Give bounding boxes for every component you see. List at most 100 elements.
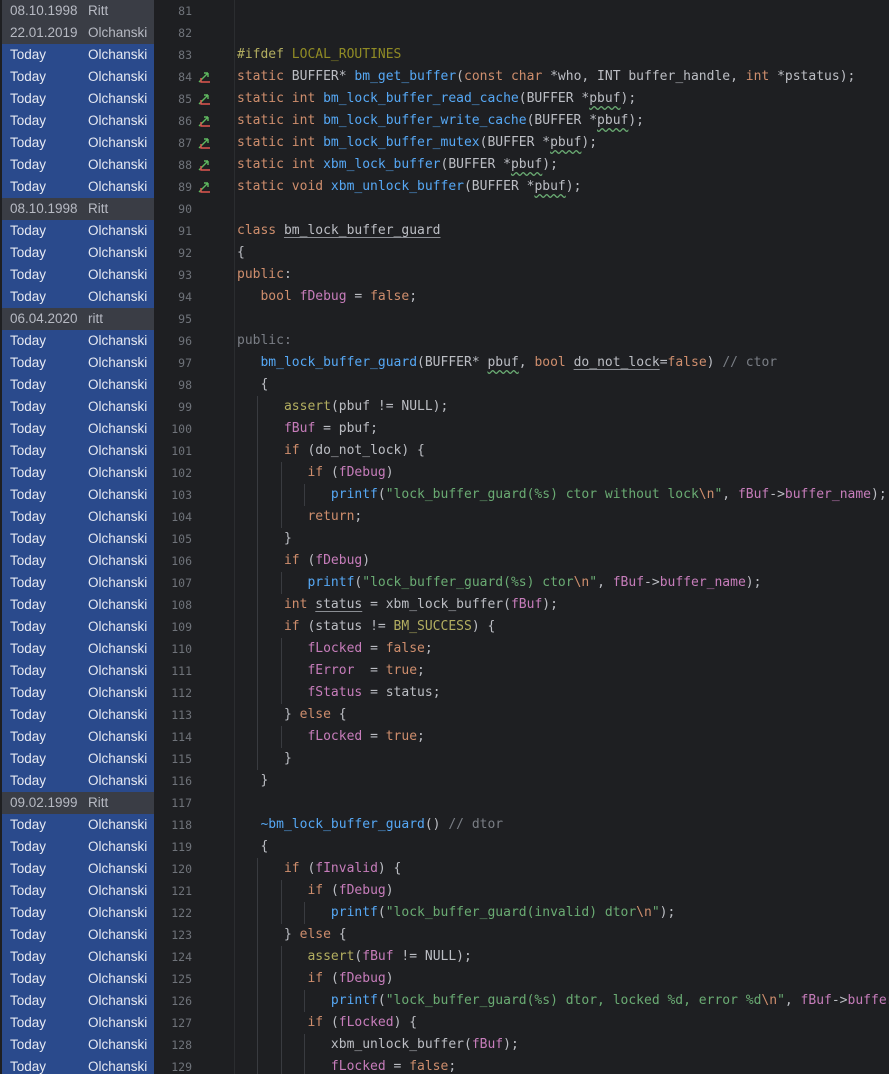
code-editor[interactable]: 08.10.1998 Ritt 81 22.01.2019 Olchanski … bbox=[0, 0, 889, 1074]
blame-annotation[interactable]: Today Olchanski bbox=[2, 154, 154, 176]
blame-annotation[interactable]: Today Olchanski bbox=[2, 572, 154, 594]
blame-annotation[interactable]: Today Olchanski bbox=[2, 704, 154, 726]
code-line[interactable]: 08.10.1998 Ritt 81 bbox=[0, 0, 889, 22]
code-line[interactable]: Today Olchanski 118 ~bm_lock_buffer_guar… bbox=[0, 814, 889, 836]
code-text[interactable]: } else { bbox=[237, 704, 347, 726]
blame-annotation[interactable]: Today Olchanski bbox=[2, 902, 154, 924]
code-line[interactable]: Today Olchanski 121 if (fDebug) bbox=[0, 880, 889, 902]
code-text[interactable]: #ifdef LOCAL_ROUTINES bbox=[237, 44, 401, 66]
code-line[interactable]: 06.04.2020 ritt 95 bbox=[0, 308, 889, 330]
code-text[interactable]: } bbox=[237, 770, 268, 792]
implementation-arrows-icon[interactable] bbox=[196, 179, 212, 195]
code-text[interactable]: if (fDebug) bbox=[237, 462, 393, 484]
code-line[interactable]: Today Olchanski 106 if (fDebug) bbox=[0, 550, 889, 572]
blame-annotation[interactable]: Today Olchanski bbox=[2, 264, 154, 286]
code-text[interactable]: ~bm_lock_buffer_guard() // dtor bbox=[237, 814, 503, 836]
code-text[interactable]: bool fDebug = false; bbox=[237, 286, 417, 308]
blame-annotation[interactable]: Today Olchanski bbox=[2, 880, 154, 902]
code-text[interactable]: if (fDebug) bbox=[237, 968, 393, 990]
blame-annotation[interactable]: Today Olchanski bbox=[2, 1056, 154, 1074]
blame-annotation[interactable]: 09.02.1999 Ritt bbox=[2, 792, 154, 814]
blame-annotation[interactable]: Today Olchanski bbox=[2, 176, 154, 198]
code-line[interactable]: 09.02.1999 Ritt 117 bbox=[0, 792, 889, 814]
blame-annotation[interactable]: Today Olchanski bbox=[2, 88, 154, 110]
blame-annotation[interactable]: Today Olchanski bbox=[2, 110, 154, 132]
blame-annotation[interactable]: Today Olchanski bbox=[2, 330, 154, 352]
code-line[interactable]: Today Olchanski 111 fError = true; bbox=[0, 660, 889, 682]
code-text[interactable]: } else { bbox=[237, 924, 347, 946]
code-text[interactable]: } bbox=[237, 528, 292, 550]
code-line[interactable]: Today Olchanski 84 static BUFFER* bm_get… bbox=[0, 66, 889, 88]
blame-annotation[interactable]: Today Olchanski bbox=[2, 44, 154, 66]
code-line[interactable]: 08.10.1998 Ritt 90 bbox=[0, 198, 889, 220]
blame-annotation[interactable]: 08.10.1998 Ritt bbox=[2, 198, 154, 220]
code-text[interactable]: if (status != BM_SUCCESS) { bbox=[237, 616, 495, 638]
code-line[interactable]: Today Olchanski 83 #ifdef LOCAL_ROUTINES bbox=[0, 44, 889, 66]
code-line[interactable]: Today Olchanski 112 fStatus = status; bbox=[0, 682, 889, 704]
blame-annotation[interactable]: Today Olchanski bbox=[2, 660, 154, 682]
code-line[interactable]: Today Olchanski 107 printf("lock_buffer_… bbox=[0, 572, 889, 594]
code-text[interactable]: static void xbm_unlock_buffer(BUFFER *pb… bbox=[237, 176, 581, 198]
blame-annotation[interactable]: Today Olchanski bbox=[2, 1012, 154, 1034]
implementation-arrows-icon[interactable] bbox=[196, 157, 212, 173]
code-text[interactable]: class bm_lock_buffer_guard bbox=[237, 220, 441, 242]
code-text[interactable]: static int bm_lock_buffer_write_cache(BU… bbox=[237, 110, 644, 132]
code-line[interactable]: Today Olchanski 99 assert(pbuf != NULL); bbox=[0, 396, 889, 418]
blame-annotation[interactable]: Today Olchanski bbox=[2, 748, 154, 770]
blame-annotation[interactable]: Today Olchanski bbox=[2, 550, 154, 572]
code-line[interactable]: Today Olchanski 101 if (do_not_lock) { bbox=[0, 440, 889, 462]
code-line[interactable]: Today Olchanski 104 return; bbox=[0, 506, 889, 528]
blame-annotation[interactable]: Today Olchanski bbox=[2, 770, 154, 792]
code-line[interactable]: Today Olchanski 129 fLocked = false; bbox=[0, 1056, 889, 1074]
code-text[interactable]: { bbox=[237, 836, 268, 858]
code-text[interactable]: xbm_unlock_buffer(fBuf); bbox=[237, 1034, 519, 1056]
code-text[interactable]: if (fDebug) bbox=[237, 880, 393, 902]
code-line[interactable]: Today Olchanski 114 fLocked = true; bbox=[0, 726, 889, 748]
blame-annotation[interactable]: Today Olchanski bbox=[2, 418, 154, 440]
implementation-arrows-icon[interactable] bbox=[196, 135, 212, 151]
blame-annotation[interactable]: 22.01.2019 Olchanski bbox=[2, 22, 154, 44]
blame-annotation[interactable]: Today Olchanski bbox=[2, 638, 154, 660]
blame-annotation[interactable]: Today Olchanski bbox=[2, 968, 154, 990]
blame-annotation[interactable]: Today Olchanski bbox=[2, 726, 154, 748]
code-text[interactable]: fLocked = false; bbox=[237, 638, 432, 660]
code-line[interactable]: 22.01.2019 Olchanski 82 bbox=[0, 22, 889, 44]
blame-annotation[interactable]: Today Olchanski bbox=[2, 946, 154, 968]
code-text[interactable]: int status = xbm_lock_buffer(fBuf); bbox=[237, 594, 558, 616]
code-text[interactable]: if (fDebug) bbox=[237, 550, 370, 572]
blame-annotation[interactable]: Today Olchanski bbox=[2, 616, 154, 638]
code-line[interactable]: Today Olchanski 124 assert(fBuf != NULL)… bbox=[0, 946, 889, 968]
code-line[interactable]: Today Olchanski 86 static int bm_lock_bu… bbox=[0, 110, 889, 132]
code-line[interactable]: Today Olchanski 100 fBuf = pbuf; bbox=[0, 418, 889, 440]
blame-annotation[interactable]: Today Olchanski bbox=[2, 352, 154, 374]
code-text[interactable]: fBuf = pbuf; bbox=[237, 418, 378, 440]
blame-annotation[interactable]: Today Olchanski bbox=[2, 1034, 154, 1056]
blame-annotation[interactable]: Today Olchanski bbox=[2, 528, 154, 550]
code-line[interactable]: Today Olchanski 103 printf("lock_buffer_… bbox=[0, 484, 889, 506]
implementation-arrows-icon[interactable] bbox=[196, 69, 212, 85]
code-text[interactable]: printf("lock_buffer_guard(%s) ctor\n", f… bbox=[237, 572, 761, 594]
code-line[interactable]: Today Olchanski 123 } else { bbox=[0, 924, 889, 946]
code-line[interactable]: Today Olchanski 116 } bbox=[0, 770, 889, 792]
code-line[interactable]: Today Olchanski 128 xbm_unlock_buffer(fB… bbox=[0, 1034, 889, 1056]
code-text[interactable]: return; bbox=[237, 506, 362, 528]
code-line[interactable]: Today Olchanski 127 if (fLocked) { bbox=[0, 1012, 889, 1034]
blame-annotation[interactable]: Today Olchanski bbox=[2, 682, 154, 704]
blame-annotation[interactable]: 06.04.2020 ritt bbox=[2, 308, 154, 330]
code-line[interactable]: Today Olchanski 105 } bbox=[0, 528, 889, 550]
code-text[interactable]: fLocked = true; bbox=[237, 726, 424, 748]
code-text[interactable]: public: bbox=[237, 330, 292, 352]
blame-annotation[interactable]: Today Olchanski bbox=[2, 462, 154, 484]
code-line[interactable]: Today Olchanski 125 if (fDebug) bbox=[0, 968, 889, 990]
code-line[interactable]: Today Olchanski 109 if (status != BM_SUC… bbox=[0, 616, 889, 638]
code-line[interactable]: Today Olchanski 85 static int bm_lock_bu… bbox=[0, 88, 889, 110]
code-text[interactable]: { bbox=[237, 242, 245, 264]
code-line[interactable]: Today Olchanski 91 class bm_lock_buffer_… bbox=[0, 220, 889, 242]
blame-annotation[interactable]: Today Olchanski bbox=[2, 374, 154, 396]
code-line[interactable]: Today Olchanski 108 int status = xbm_loc… bbox=[0, 594, 889, 616]
code-line[interactable]: Today Olchanski 102 if (fDebug) bbox=[0, 462, 889, 484]
code-text[interactable]: static BUFFER* bm_get_buffer(const char … bbox=[237, 66, 855, 88]
code-line[interactable]: Today Olchanski 93 public: bbox=[0, 264, 889, 286]
blame-annotation[interactable]: Today Olchanski bbox=[2, 440, 154, 462]
code-text[interactable]: if (do_not_lock) { bbox=[237, 440, 425, 462]
